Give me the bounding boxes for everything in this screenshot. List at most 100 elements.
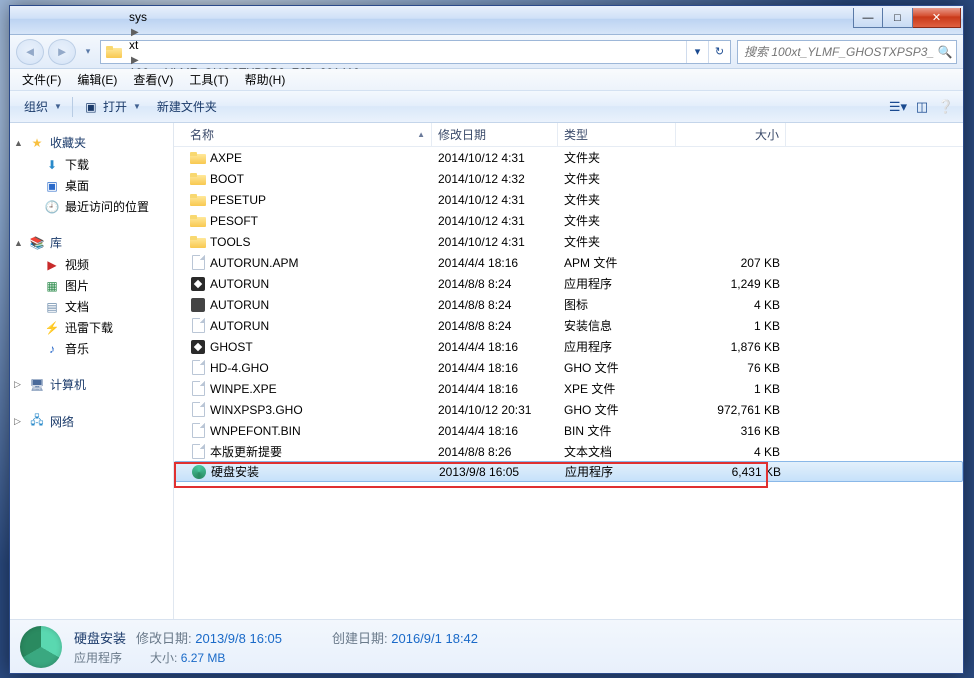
file-size: 316 KB [676,424,786,438]
file-icon [190,360,206,376]
new-folder-button[interactable]: 新建文件夹 [149,95,225,118]
file-icon [190,423,206,439]
file-row[interactable]: 本版更新提要2014/8/8 8:26文本文档4 KB [174,441,963,462]
file-row[interactable]: AUTORUN2014/8/8 8:24图标4 KB [174,294,963,315]
libraries-group[interactable]: ▲📚库 [10,231,173,254]
file-row[interactable]: GHOST2014/4/4 18:16应用程序1,876 KB [174,336,963,357]
file-type: 文件夹 [558,170,676,187]
details-created-value: 2016/9/1 18:42 [391,631,478,646]
details-mod-label: 修改日期: [136,631,192,646]
file-icon [190,318,206,334]
thunder-icon: ⚡ [44,320,60,336]
file-row[interactable]: AUTORUN2014/8/8 8:24安装信息1 KB [174,315,963,336]
sidebar-item-documents[interactable]: ▤文档 [10,296,173,317]
file-row[interactable]: BOOT2014/10/12 4:32文件夹 [174,168,963,189]
search-input[interactable] [738,45,934,59]
back-button[interactable]: ◄ [16,39,44,65]
file-type: GHO 文件 [558,401,676,418]
sidebar-item-downloads[interactable]: ⬇下载 [10,154,173,175]
breadcrumb-0[interactable]: sys [127,10,362,24]
file-size: 4 KB [676,445,786,459]
file-date: 2014/8/8 8:24 [432,277,558,291]
file-type: 文件夹 [558,191,676,208]
file-name: AUTORUN [210,298,269,312]
open-button[interactable]: ▣打开▼ [75,95,149,118]
file-type: 文本文档 [558,443,676,460]
chevron-right-icon: ▶ [127,27,143,38]
menu-item-3[interactable]: 工具(T) [181,69,236,90]
sidebar-item-recent[interactable]: 🕘最近访问的位置 [10,196,173,217]
column-size[interactable]: 大小 [676,123,786,146]
column-headers: 名称▲ 修改日期 类型 大小 [174,123,963,147]
favorites-group[interactable]: ▲★收藏夹 [10,131,173,154]
file-type: 应用程序 [558,275,676,292]
organize-button[interactable]: 组织▼ [16,95,70,118]
column-name[interactable]: 名称▲ [174,123,432,146]
view-button[interactable]: ☰▾ [887,96,909,118]
forward-button[interactable]: ► [48,39,76,65]
menu-item-4[interactable]: 帮助(H) [237,69,294,90]
sidebar-item-thunder[interactable]: ⚡迅雷下载 [10,317,173,338]
file-icon [190,171,206,187]
file-row[interactable]: WNPEFONT.BIN2014/4/4 18:16BIN 文件316 KB [174,420,963,441]
file-icon [190,402,206,418]
breadcrumb-1[interactable]: xt [127,38,362,52]
file-list-pane: 名称▲ 修改日期 类型 大小 AXPE2014/10/12 4:31文件夹BOO… [174,123,963,619]
preview-pane-button[interactable]: ◫ [911,96,933,118]
file-type: 安装信息 [558,317,676,334]
file-size: 207 KB [676,256,786,270]
sidebar-item-pictures[interactable]: ▦图片 [10,275,173,296]
file-date: 2014/8/8 8:26 [432,445,558,459]
file-icon [190,150,206,166]
chevron-right-icon: ▶ [127,55,143,66]
navigation-pane: ▲★收藏夹 ⬇下载 ▣桌面 🕘最近访问的位置 ▲📚库 ▶视频 ▦图片 ▤文档 ⚡… [10,123,174,619]
file-date: 2014/10/12 4:31 [432,193,558,207]
file-rows: AXPE2014/10/12 4:31文件夹BOOT2014/10/12 4:3… [174,147,963,619]
sidebar-item-desktop[interactable]: ▣桌面 [10,175,173,196]
sidebar-item-music[interactable]: ♪音乐 [10,338,173,359]
folder-icon [104,44,124,60]
help-button[interactable]: ❔ [935,96,957,118]
close-button[interactable]: ✕ [913,8,961,28]
column-date[interactable]: 修改日期 [432,123,558,146]
details-created-label: 创建日期: [332,631,388,646]
network-icon: 🖧 [29,414,45,430]
file-row[interactable]: AUTORUN2014/8/8 8:24应用程序1,249 KB [174,273,963,294]
search-box[interactable]: 🔍 [737,40,957,64]
file-row[interactable]: TOOLS2014/10/12 4:31文件夹 [174,231,963,252]
history-dropdown[interactable]: ▾ [80,41,96,63]
address-bar[interactable]: sys▶xt▶100xt_YLMF_GHOSTXPSP3_ZJB_201410▶… [100,40,731,64]
file-date: 2014/4/4 18:16 [432,340,558,354]
file-icon [190,213,206,229]
menu-item-0[interactable]: 文件(F) [14,69,69,90]
computer-group[interactable]: ▷🖥计算机 [10,373,173,396]
minimize-button[interactable]: — [853,8,883,28]
column-type[interactable]: 类型 [558,123,676,146]
file-row[interactable]: AUTORUN.APM2014/4/4 18:16APM 文件207 KB [174,252,963,273]
refresh-button[interactable]: ↻ [708,41,730,63]
file-row[interactable]: 硬盘安装2013/9/8 16:05应用程序6,431 KB [174,461,963,482]
file-icon [190,234,206,250]
file-row[interactable]: WINXPSP3.GHO2014/10/12 20:31GHO 文件972,76… [174,399,963,420]
file-row[interactable]: WINPE.XPE2014/4/4 18:16XPE 文件1 KB [174,378,963,399]
file-date: 2014/4/4 18:16 [432,382,558,396]
maximize-button[interactable]: □ [883,8,913,28]
file-type: 应用程序 [559,463,677,480]
address-dropdown[interactable]: ▾ [686,41,708,63]
file-row[interactable]: PESOFT2014/10/12 4:31文件夹 [174,210,963,231]
file-type: 应用程序 [558,338,676,355]
file-type: 图标 [558,296,676,313]
file-size: 4 KB [676,298,786,312]
nav-row: ◄ ► ▾ sys▶xt▶100xt_YLMF_GHOSTXPSP3_ZJB_2… [10,35,963,69]
menu-item-2[interactable]: 查看(V) [125,69,181,90]
network-group[interactable]: ▷🖧网络 [10,410,173,433]
sidebar-item-videos[interactable]: ▶视频 [10,254,173,275]
file-icon [190,444,206,460]
file-row[interactable]: HD-4.GHO2014/4/4 18:16GHO 文件76 KB [174,357,963,378]
file-row[interactable]: PESETUP2014/10/12 4:31文件夹 [174,189,963,210]
file-type: APM 文件 [558,254,676,271]
menu-item-1[interactable]: 编辑(E) [69,69,125,90]
file-name: 硬盘安装 [211,463,259,480]
file-row[interactable]: AXPE2014/10/12 4:31文件夹 [174,147,963,168]
picture-icon: ▦ [44,278,60,294]
